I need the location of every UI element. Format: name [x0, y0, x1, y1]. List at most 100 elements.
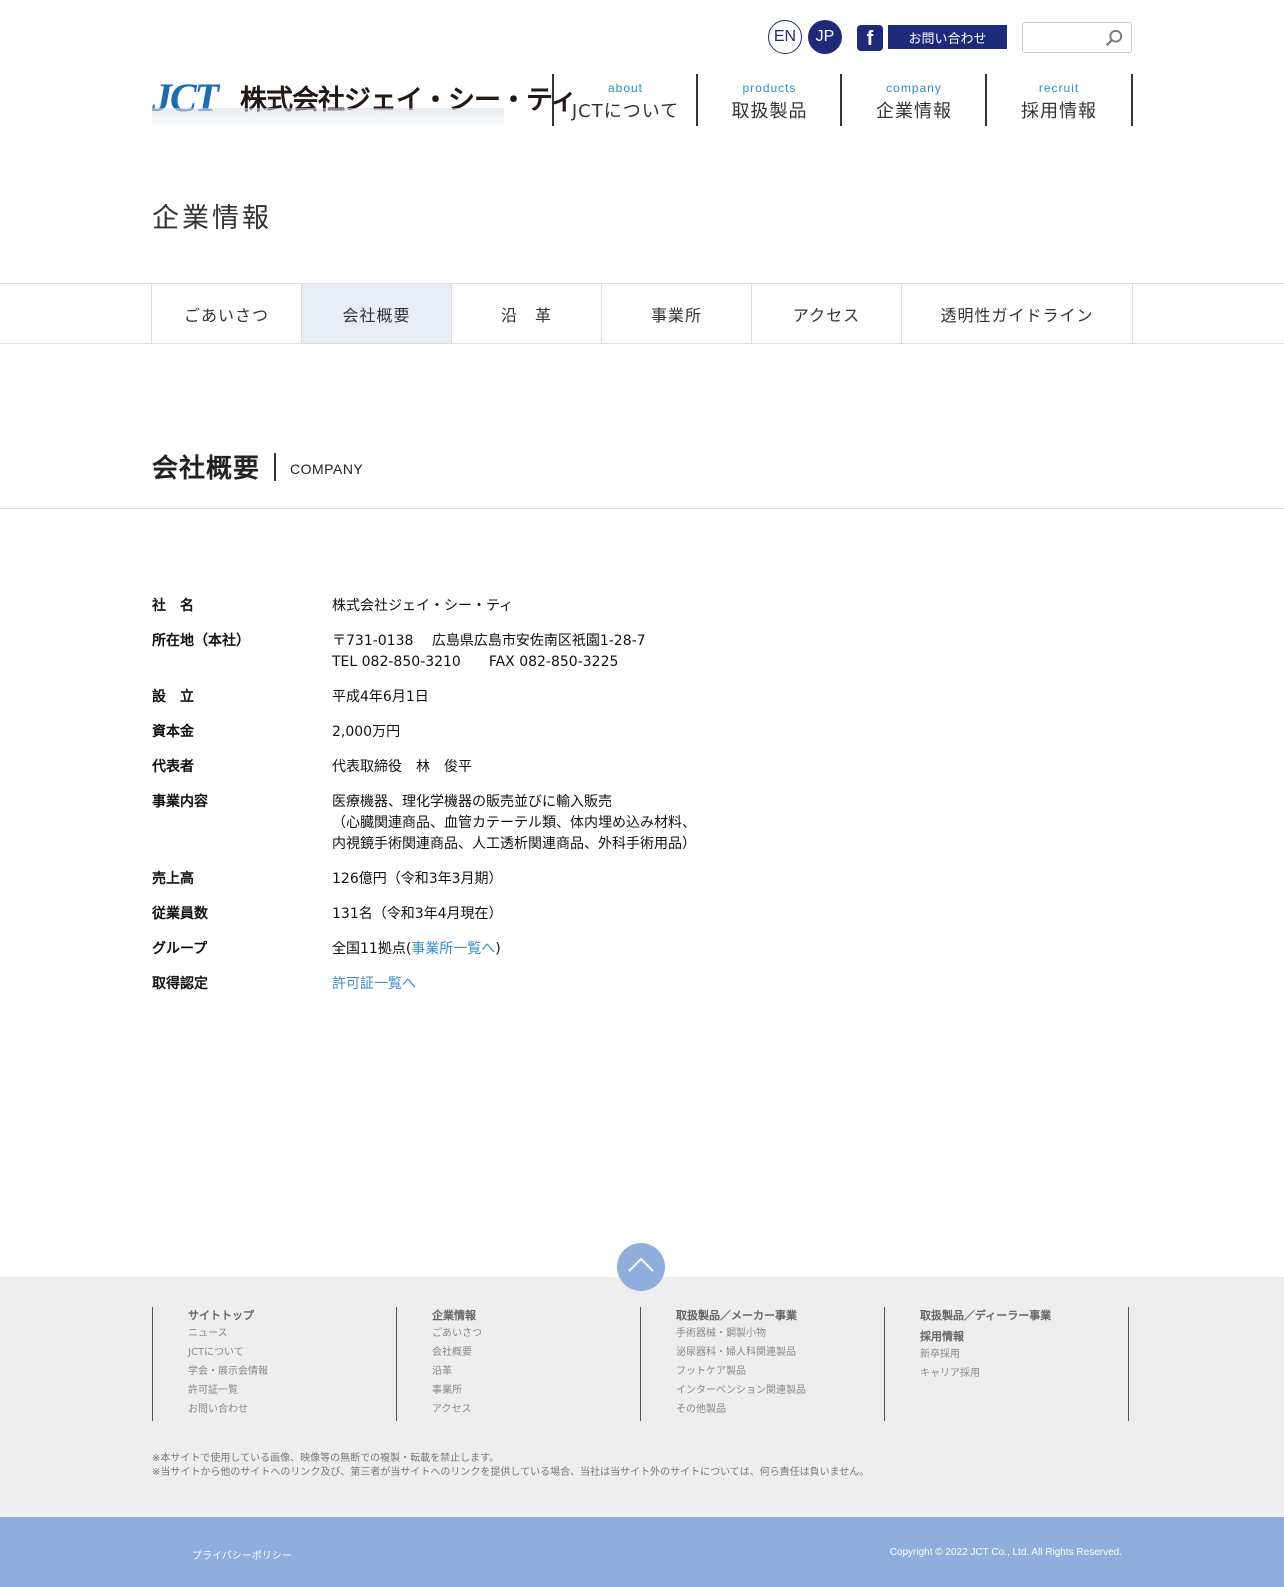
footer-heading[interactable]: 採用情報	[920, 1328, 1128, 1345]
footer-link[interactable]: 会社概要	[432, 1343, 640, 1362]
footer-column-company: 企業情報 ごあいさつ 会社概要 沿革 事業所 アクセス	[396, 1307, 640, 1421]
footer-link[interactable]: 沿革	[432, 1362, 640, 1381]
nav-products-ja: 取扱製品	[731, 101, 808, 122]
footer-link[interactable]: ごあいさつ	[432, 1324, 640, 1343]
footer-heading[interactable]: 企業情報	[432, 1307, 640, 1324]
profile-row-capital: 資本金 2,000万円	[152, 722, 852, 743]
profile-key: 売上高	[152, 871, 194, 887]
nav-about-ja: JCTについて	[571, 101, 680, 122]
footer: サイトトップ ニュース JCTについて 学会・展示会情報 許可証一覧 お問い合わ…	[0, 1277, 1284, 1517]
search-icon[interactable]	[1105, 29, 1123, 47]
profile-key: 代表者	[152, 759, 194, 775]
profile-value: 全国11拠点(	[332, 941, 412, 957]
footer-link[interactable]: 事業所	[432, 1381, 640, 1400]
footer-heading[interactable]: 取扱製品／メーカー事業	[676, 1307, 884, 1324]
subnav-offices[interactable]: 事業所	[601, 284, 751, 343]
subnav-greeting[interactable]: ごあいさつ	[151, 284, 301, 343]
footer-link[interactable]: アクセス	[432, 1400, 640, 1419]
footer-column-dealer: 取扱製品／ディーラー事業 採用情報 新卒採用 キャリア採用	[884, 1307, 1129, 1421]
contact-button[interactable]: お問い合わせ	[888, 25, 1007, 49]
nav-about-en: about	[607, 81, 644, 95]
footer-link[interactable]: 学会・展示会情報	[188, 1362, 396, 1381]
profile-key: 取得認定	[152, 976, 208, 992]
footer-link[interactable]: JCTについて	[188, 1343, 396, 1362]
profile-key: 社 名	[152, 598, 194, 614]
site-logo[interactable]: JCT 株式会社ジェイ・シー・ティ	[152, 74, 577, 134]
footer-note: ※本サイトで使用している画像、映像等の無断での複製・転載を禁止します。	[152, 1453, 500, 1464]
section-rule	[0, 508, 1284, 509]
profile-value: 126億円（令和3年3月期）	[332, 871, 503, 887]
license-list-link[interactable]: 許可証一覧へ	[332, 976, 416, 992]
profile-value: 株式会社ジェイ・シー・ティ	[332, 598, 514, 614]
profile-row-founded: 設 立 平成4年6月1日	[152, 687, 852, 708]
footer-link[interactable]: 泌尿器科・婦人科関連製品	[676, 1343, 884, 1362]
chevron-up-icon	[628, 1257, 654, 1272]
nav-company-ja: 企業情報	[876, 101, 952, 122]
nav-company[interactable]: company 企業情報	[840, 74, 986, 126]
footer-link[interactable]: インターベンション関連製品	[676, 1381, 884, 1400]
search-input[interactable]	[1027, 27, 1103, 49]
profile-key: 設 立	[152, 689, 194, 705]
footer-link[interactable]: 許可証一覧	[188, 1381, 396, 1400]
footer-link[interactable]: 新卒採用	[920, 1345, 1128, 1364]
subnav-transparency-guideline[interactable]: 透明性ガイドライン	[901, 284, 1133, 343]
facebook-icon[interactable]: f	[857, 25, 883, 51]
profile-row-business: 事業内容 医療機器、理化学機器の販売並びに輸入販売 （心臓関連商品、血管カテーテ…	[152, 792, 852, 855]
footer-bottom-bar: プライバシーポリシー Copyright © 2022 JCT Co., Ltd…	[0, 1517, 1284, 1587]
subnav-company-profile[interactable]: 会社概要	[301, 284, 451, 343]
logo-reflection	[152, 108, 504, 130]
footer-column-sitetop: サイトトップ ニュース JCTについて 学会・展示会情報 許可証一覧 お問い合わ…	[152, 1307, 396, 1421]
page-top-button[interactable]	[617, 1243, 665, 1291]
nav-recruit[interactable]: recruit 採用情報	[985, 74, 1133, 126]
subnav-access[interactable]: アクセス	[751, 284, 901, 343]
profile-value: 〒731-0138 広島県広島市安佐南区祇園1-28-7	[332, 633, 646, 649]
profile-value: 代表取締役 林 俊平	[332, 759, 472, 775]
footer-link[interactable]: キャリア採用	[920, 1364, 1128, 1383]
profile-value: 2,000万円	[332, 724, 401, 740]
profile-key: 事業内容	[152, 794, 208, 810]
profile-value-suffix: )	[495, 941, 501, 957]
footer-link[interactable]: 手術器械・鋼製小物	[676, 1324, 884, 1343]
sub-navigation: ごあいさつ 会社概要 沿 革 事業所 アクセス 透明性ガイドライン	[0, 283, 1284, 344]
section-title-en: COMPANY	[290, 460, 364, 477]
profile-row-sales: 売上高 126億円（令和3年3月期）	[152, 869, 852, 890]
nav-products[interactable]: products 取扱製品	[696, 74, 841, 126]
footer-link[interactable]: お問い合わせ	[188, 1400, 396, 1419]
footer-note: ※当サイトから他のサイトへのリンク及び、第三者が当サイトへのリンクを提供している…	[152, 1467, 870, 1478]
privacy-policy-link[interactable]: プライバシーポリシー	[192, 1547, 292, 1562]
profile-value: 131名（令和3年4月現在）	[332, 906, 503, 922]
lang-en-button[interactable]: EN	[768, 20, 802, 54]
profile-key: 所在地（本社）	[152, 633, 250, 649]
page-title: 企業情報	[152, 203, 272, 234]
footer-notes: ※本サイトで使用している画像、映像等の無断での複製・転載を禁止します。 ※当サイ…	[152, 1452, 869, 1480]
profile-key: 従業員数	[152, 906, 208, 922]
nav-about[interactable]: about JCTについて	[552, 74, 697, 126]
footer-heading[interactable]: サイトトップ	[188, 1307, 396, 1324]
profile-row-certification: 取得認定 許可証一覧へ	[152, 974, 852, 995]
search-box	[1022, 22, 1132, 53]
nav-products-en: products	[742, 81, 797, 95]
nav-recruit-ja: 採用情報	[1021, 101, 1097, 122]
subnav-history[interactable]: 沿 革	[451, 284, 601, 343]
footer-link[interactable]: フットケア製品	[676, 1362, 884, 1381]
profile-row-employees: 従業員数 131名（令和3年4月現在）	[152, 904, 852, 925]
footer-link[interactable]: その他製品	[676, 1400, 884, 1419]
profile-row-name: 社 名 株式会社ジェイ・シー・ティ	[152, 596, 852, 617]
office-list-link[interactable]: 事業所一覧へ	[411, 941, 495, 957]
profile-value: 医療機器、理化学機器の販売並びに輸入販売	[332, 794, 612, 810]
section-title-ja: 会社概要	[152, 454, 261, 484]
footer-heading[interactable]: 取扱製品／ディーラー事業	[920, 1307, 1128, 1324]
copyright: Copyright © 2022 JCT Co., Ltd. All Right…	[889, 1547, 1122, 1558]
profile-value: TEL 082-850-3210 FAX 082-850-3225	[332, 654, 619, 670]
lang-jp-button[interactable]: JP	[808, 20, 842, 54]
section-heading: 会社概要 COMPANY	[152, 448, 363, 485]
nav-company-en: company	[886, 81, 942, 95]
company-profile-table: 社 名 株式会社ジェイ・シー・ティ 所在地（本社） 〒731-0138 広島県広…	[152, 596, 852, 1009]
footer-column-maker: 取扱製品／メーカー事業 手術器械・鋼製小物 泌尿器科・婦人科関連製品 フットケア…	[640, 1307, 884, 1421]
profile-value: 平成4年6月1日	[332, 689, 429, 705]
profile-value: 内視鏡手術関連商品、人工透析関連商品、外科手術用品）	[332, 836, 696, 852]
footer-link[interactable]: ニュース	[188, 1324, 396, 1343]
profile-key: 資本金	[152, 724, 194, 740]
profile-value: （心臓関連商品、血管カテーテル類、体内埋め込み材料、	[332, 815, 696, 831]
section-divider	[274, 452, 277, 481]
